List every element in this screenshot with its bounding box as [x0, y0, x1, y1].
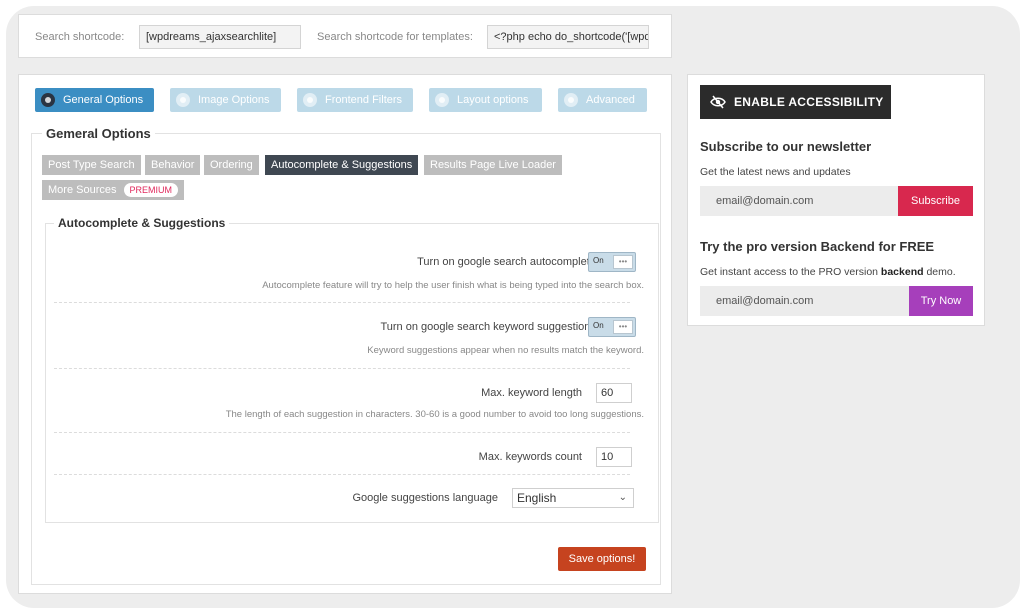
tab-advanced[interactable]: Advanced: [558, 88, 647, 112]
tab-layout-options[interactable]: Layout options: [429, 88, 542, 112]
divider: [54, 432, 630, 433]
toggle-knob: •••: [613, 320, 633, 334]
toggle-knob: •••: [613, 255, 633, 269]
options-panel: General Options Image Options Frontend F…: [18, 74, 672, 594]
toggle-state: On: [593, 256, 604, 265]
divider: [54, 474, 630, 475]
group-title: Gemeral Options: [42, 126, 155, 141]
subtab-results-page-live-loader[interactable]: Results Page Live Loader: [424, 155, 562, 175]
max-keywords-count-label: Max. keywords count: [478, 451, 582, 463]
section-title: Autocomplete & Suggestions: [54, 216, 230, 230]
toggle-state: On: [593, 321, 604, 330]
subtab-post-type-search[interactable]: Post Type Search: [42, 155, 141, 175]
divider: [54, 368, 630, 369]
tab-label: Image Options: [198, 94, 270, 106]
newsletter-text: Get the latest news and updates: [700, 166, 851, 178]
autocomplete-section: Autocomplete & Suggestions Turn on googl…: [45, 216, 659, 523]
tab-general-options[interactable]: General Options: [35, 88, 154, 112]
divider: [54, 302, 630, 303]
template-shortcode-label: Search shortcode for templates:: [317, 31, 473, 43]
tab-label: Advanced: [586, 94, 635, 106]
shortcode-bar: Search shortcode: [wpdreams_ajaxsearchli…: [18, 14, 672, 58]
subtab-label: More Sources: [48, 184, 117, 196]
subtab-behavior[interactable]: Behavior: [145, 155, 201, 175]
enable-accessibility-button[interactable]: ENABLE ACCESSIBILITY: [700, 85, 891, 119]
promo-panel: ENABLE ACCESSIBILITY Subscribe to our ne…: [687, 74, 985, 326]
max-keywords-count-input[interactable]: 10: [596, 447, 632, 467]
tab-image-options[interactable]: Image Options: [170, 88, 281, 112]
pro-text-prefix: Get instant access to the PRO version: [700, 266, 881, 278]
suggestions-description: Keyword suggestions appear when no resul…: [367, 345, 644, 356]
gear-icon: [41, 93, 55, 107]
premium-badge: PREMIUM: [123, 183, 179, 198]
newsletter-title: Subscribe to our newsletter: [700, 139, 872, 154]
suggestions-label: Turn on google search keyword suggestion…: [380, 321, 602, 333]
pencil-icon: [435, 93, 449, 107]
subscribe-button[interactable]: Subscribe: [898, 186, 973, 216]
pro-version-title: Try the pro version Backend for FREE: [700, 239, 935, 254]
wrench-icon: [564, 93, 578, 107]
autocomplete-description: Autocomplete feature will try to help th…: [262, 280, 644, 291]
search-shortcode-field[interactable]: [wpdreams_ajaxsearchlite]: [139, 25, 301, 49]
tab-frontend-filters[interactable]: Frontend Filters: [297, 88, 413, 112]
suggestions-language-label: Google suggestions language: [352, 492, 498, 504]
suggestions-language-select[interactable]: English ⌄: [512, 488, 634, 508]
pro-email-input[interactable]: email@domain.com: [700, 286, 909, 316]
max-keyword-length-description: The length of each suggestion in charact…: [225, 409, 644, 420]
subtab-autocomplete-suggestions[interactable]: Autocomplete & Suggestions: [265, 155, 419, 175]
subtab-ordering[interactable]: Ordering: [204, 155, 259, 175]
newsletter-email-input[interactable]: email@domain.com: [700, 186, 898, 216]
max-keyword-length-label: Max. keyword length: [481, 387, 582, 399]
image-icon: [176, 93, 190, 107]
max-keyword-length-input[interactable]: 60: [596, 383, 632, 403]
filter-icon: [303, 93, 317, 107]
template-shortcode-field[interactable]: <?php echo do_shortcode('[wpdre: [487, 25, 649, 49]
save-options-button[interactable]: Save options!: [558, 547, 646, 571]
autocomplete-label: Turn on google search autocomplete?: [417, 256, 602, 268]
suggestions-toggle[interactable]: On •••: [588, 317, 636, 337]
tab-label: General Options: [63, 94, 144, 106]
tab-label: Frontend Filters: [325, 94, 403, 106]
accessibility-label: ENABLE ACCESSIBILITY: [734, 95, 884, 109]
search-shortcode-label: Search shortcode:: [35, 31, 125, 43]
autocomplete-toggle[interactable]: On •••: [588, 252, 636, 272]
subtab-more-sources[interactable]: More Sources PREMIUM: [42, 180, 185, 200]
tab-label: Layout options: [457, 94, 529, 106]
pro-text-suffix: demo.: [923, 266, 956, 278]
try-now-button[interactable]: Try Now: [909, 286, 973, 316]
pro-text-bold: backend: [880, 266, 924, 278]
pro-version-text: Get instant access to the PRO version ba…: [700, 266, 956, 278]
chevron-down-icon: ⌄: [618, 492, 627, 503]
select-value: English: [517, 491, 557, 505]
accessibility-eye-icon: [710, 95, 726, 109]
